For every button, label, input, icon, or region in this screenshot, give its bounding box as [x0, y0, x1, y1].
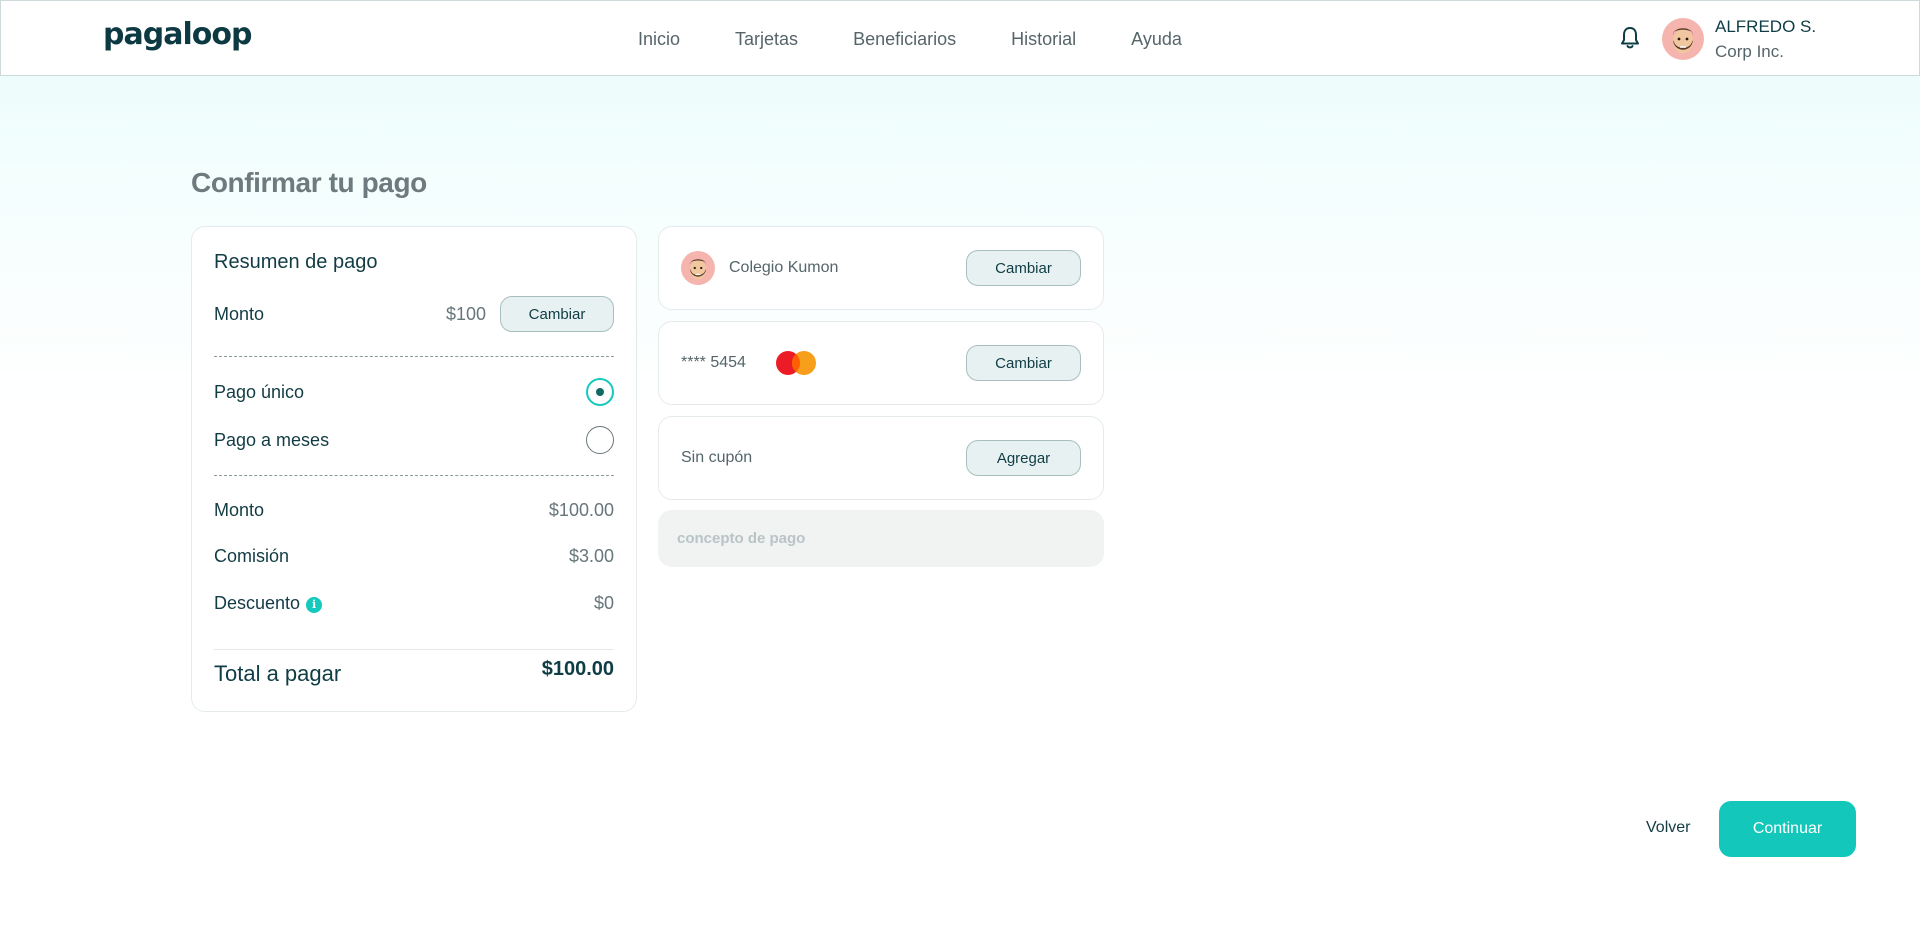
back-button[interactable]: Volver: [1646, 819, 1690, 837]
nav-item-ayuda[interactable]: Ayuda: [1131, 29, 1182, 50]
line-fee-value: $3.00: [568, 546, 614, 566]
option-single-payment-label: Pago único: [214, 382, 305, 402]
beneficiary-avatar: [681, 251, 715, 285]
total-value: $100.00: [541, 658, 614, 680]
payment-card-card: **** 5454 Cambiar: [658, 321, 1104, 405]
line-discount-value: $0: [593, 593, 614, 613]
line-discount: Descuento i: [214, 593, 323, 614]
continue-button[interactable]: Continuar: [1719, 801, 1856, 857]
info-icon[interactable]: i: [306, 597, 323, 613]
nav-item-tarjetas[interactable]: Tarjetas: [735, 29, 798, 50]
nav-item-beneficiarios[interactable]: Beneficiarios: [853, 29, 956, 50]
coupon-text: Sin cupón: [681, 449, 753, 466]
mastercard-icon: [776, 351, 816, 375]
option-monthly-payment-label: Pago a meses: [214, 430, 330, 450]
change-amount-button[interactable]: Cambiar: [500, 296, 614, 332]
user-avatar[interactable]: [1662, 18, 1704, 60]
divider: [214, 356, 614, 357]
user-company: Corp Inc.: [1715, 42, 1784, 61]
top-header: pagaloop Inicio Tarjetas Beneficiarios H…: [0, 0, 1920, 76]
add-coupon-button[interactable]: Agregar: [966, 440, 1081, 476]
main-nav: Inicio Tarjetas Beneficiarios Historial …: [638, 29, 1237, 50]
nav-item-inicio[interactable]: Inicio: [638, 29, 680, 50]
amount-value: $100: [445, 304, 486, 324]
pagaloop-logo[interactable]: pagaloop: [103, 17, 252, 52]
nav-item-historial[interactable]: Historial: [1011, 29, 1076, 50]
amount-label: Monto: [214, 304, 265, 324]
bell-icon[interactable]: [1618, 25, 1642, 51]
card-number: **** 5454: [681, 354, 746, 371]
line-amount-label: Monto: [214, 500, 265, 520]
line-amount-value: $100.00: [548, 500, 614, 520]
change-beneficiary-button[interactable]: Cambiar: [966, 250, 1081, 286]
line-fee-label: Comisión: [214, 546, 290, 566]
total-label: Total a pagar: [214, 661, 342, 686]
beneficiary-card: Colegio Kumon Cambiar: [658, 226, 1104, 310]
user-name: ALFREDO S.: [1715, 17, 1817, 36]
beneficiary-name: Colegio Kumon: [729, 259, 839, 276]
payment-summary-card: Resumen de pago Monto $100 Cambiar Pago …: [191, 226, 637, 712]
option-single-payment-radio[interactable]: [586, 378, 614, 406]
line-discount-label: Descuento: [214, 593, 301, 613]
divider: [214, 649, 614, 650]
coupon-card: Sin cupón Agregar: [658, 416, 1104, 500]
divider: [214, 475, 614, 476]
option-monthly-payment-radio[interactable]: [586, 426, 614, 454]
page-title: Confirmar tu pago: [191, 167, 427, 198]
summary-title: Resumen de pago: [214, 251, 378, 273]
payment-concept-input[interactable]: [658, 510, 1104, 567]
change-card-button[interactable]: Cambiar: [966, 345, 1081, 381]
